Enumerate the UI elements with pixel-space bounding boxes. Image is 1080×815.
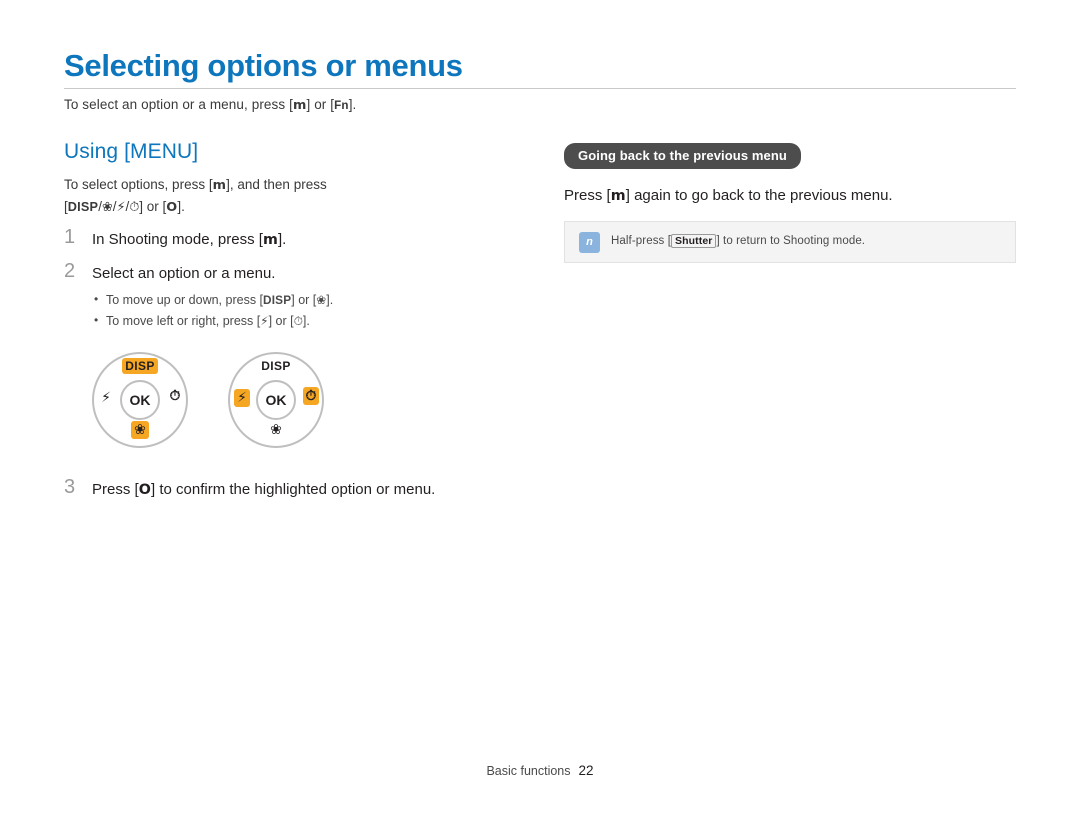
dial-timer-icon: ⏱	[300, 387, 322, 405]
bullet-move-up-down: To move up or down, press [DISP] or [❀].	[92, 289, 534, 311]
step-text: Select an option or a menu.	[92, 265, 276, 282]
step-number: 2	[64, 260, 76, 282]
bullet-text-middle: ] or [	[291, 293, 317, 307]
lead-end-text: ].	[177, 199, 185, 214]
note-box: n Half-press [Shutter] to return to Shoo…	[564, 221, 1016, 263]
step-number: 3	[64, 476, 76, 498]
bullet-text-after: ].	[302, 314, 310, 328]
macro-icon: ❀	[101, 200, 113, 215]
dial-disp-label: DISP	[261, 359, 291, 373]
bullet-text-before: To move left or right, press [	[106, 314, 261, 328]
step-bullet-list: To move up or down, press [DISP] or [❀].…	[92, 289, 534, 331]
timer-icon: ⏱	[293, 314, 303, 328]
dial-macro-icon: ❀	[128, 421, 152, 439]
note-text-before: Half-press [	[611, 235, 671, 247]
step-number: 1	[64, 226, 76, 248]
dial-flash-icon: ⚡	[101, 390, 111, 406]
navigation-dial-illustrations: OK DISP ⚡ ⏱ ❀ OK DISP ⚡ ⏱ ❀	[92, 352, 392, 452]
lead-text-before: To select options, press [	[64, 177, 213, 192]
step-text-after: ] to confirm the highlighted option or m…	[151, 481, 436, 498]
step-text-before: Press [	[92, 481, 139, 498]
step-item-2: 2 Select an option or a menu. To move up…	[64, 260, 534, 331]
right-text-after: ] again to go back to the previous menu.	[625, 187, 893, 204]
section-badge-going-back: Going back to the previous menu	[564, 143, 801, 169]
footer-page-number: 22	[578, 763, 594, 778]
ok-key-glyph: O	[138, 482, 152, 498]
macro-icon: ❀	[316, 293, 327, 307]
dial-disp-label: DISP	[110, 358, 170, 374]
menu-key-glyph: m	[262, 232, 278, 248]
menu-key-glyph: m	[292, 98, 307, 113]
disp-key-glyph: DISP	[67, 200, 99, 214]
footer-label: Basic functions	[486, 764, 571, 778]
right-text-before: Press [	[564, 187, 611, 204]
step-item-1: 1 In Shooting mode, press [m].	[64, 226, 534, 254]
step-text-after: ].	[278, 231, 287, 248]
lead-or-text: ] or [	[139, 199, 167, 214]
intro-text-before: To select an option or a menu, press [	[64, 97, 293, 112]
fn-key-glyph: Fn	[334, 99, 349, 112]
step-text: In Shooting mode, press [m].	[92, 228, 534, 252]
bullet-text-middle: ] or [	[268, 314, 294, 328]
disp-key-glyph: DISP	[263, 294, 292, 307]
dial-up-down: OK DISP ⚡ ⏱ ❀	[92, 352, 188, 448]
title-divider	[64, 88, 1016, 89]
dial-left-right: OK DISP ⚡ ⏱ ❀	[228, 352, 324, 448]
dial-macro-icon: ❀	[270, 422, 282, 438]
lead-paragraph: To select options, press [m], and then p…	[64, 174, 484, 218]
timer-icon: ⏱	[129, 200, 140, 215]
document-page: Selecting options or menus To select an …	[0, 0, 1080, 815]
dial-flash-icon: ⚡	[232, 389, 252, 407]
note-text-after: ] to return to Shooting mode.	[716, 235, 866, 247]
intro-text-mid: ] or [	[306, 97, 335, 112]
note-icon: n	[579, 232, 600, 253]
lead-text-after: ], and then press	[226, 177, 327, 192]
section-heading-using-menu: Using [MENU]	[64, 140, 199, 163]
note-text: Half-press [Shutter] to return to Shooti…	[611, 234, 866, 248]
step-list: 1 In Shooting mode, press [m]. 2 Select …	[64, 226, 534, 335]
menu-key-glyph: m	[610, 188, 626, 204]
step-text: Press [O] to confirm the highlighted opt…	[92, 478, 664, 502]
step-text-before: In Shooting mode, press [	[92, 231, 263, 248]
dial-timer-icon: ⏱	[169, 388, 181, 404]
dial-ok-label: OK	[265, 392, 287, 408]
bullet-text-before: To move up or down, press [	[106, 293, 264, 307]
shutter-key-glyph: Shutter	[671, 234, 717, 248]
dial-ok-label: OK	[129, 392, 151, 408]
menu-key-glyph: m	[212, 178, 227, 193]
intro-paragraph: To select an option or a menu, press [m]…	[64, 97, 356, 113]
right-heading-wrapper: Going back to the previous menu	[564, 143, 801, 169]
intro-text-after: ].	[348, 97, 357, 112]
bullet-text-after: ].	[326, 293, 334, 307]
bullet-move-left-right: To move left or right, press [⚡] or [⏱].	[92, 310, 534, 331]
right-body-paragraph: Press [m] again to go back to the previo…	[564, 184, 1024, 208]
page-title: Selecting options or menus	[64, 48, 463, 83]
flash-icon: ⚡	[260, 314, 269, 328]
ok-key-glyph: O	[166, 200, 178, 215]
step-item-3: 3 Press [O] to confirm the highlighted o…	[64, 476, 664, 508]
page-footer: Basic functions 22	[0, 763, 1080, 778]
